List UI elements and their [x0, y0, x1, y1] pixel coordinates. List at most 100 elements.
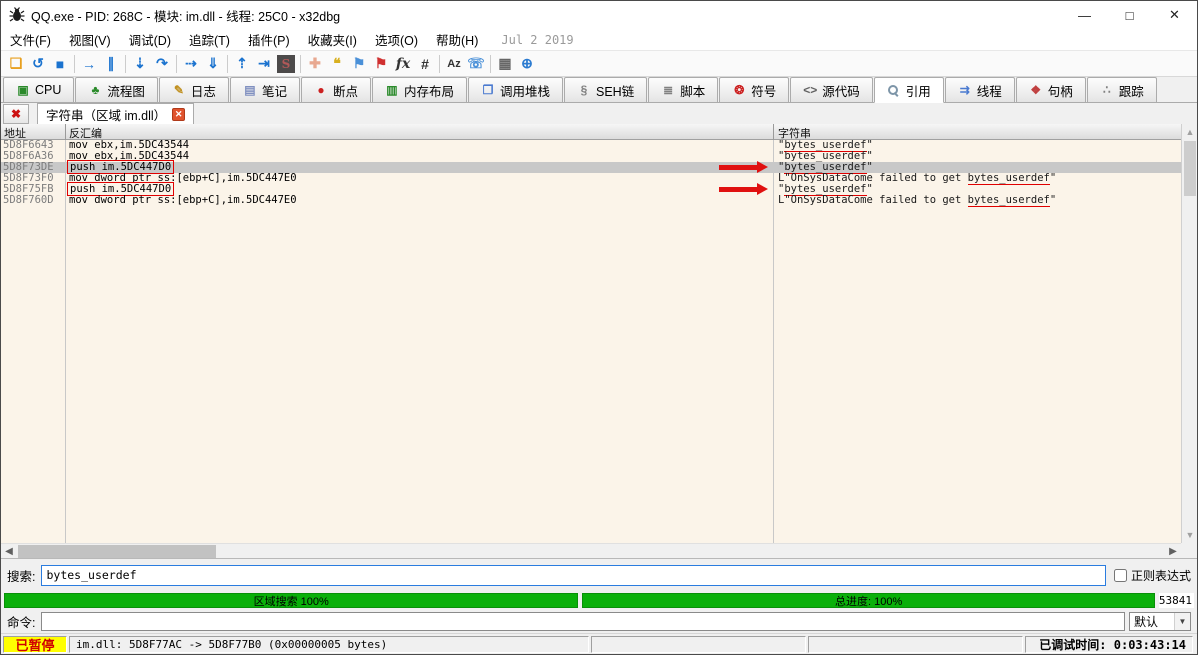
command-input[interactable] [41, 612, 1125, 631]
window-controls: — □ ✕ [1062, 1, 1197, 29]
status-panel-empty [591, 636, 806, 653]
scroll-right-arrow[interactable]: ▶ [1165, 544, 1181, 559]
tab-label: 笔记 [262, 81, 287, 100]
tab-cpu[interactable]: ▣CPU [3, 77, 74, 102]
stop-icon[interactable]: ■ [49, 54, 71, 74]
bookmarks-icon[interactable]: ⚑ [370, 54, 392, 74]
run-to-user-code-icon[interactable]: ⇥ [253, 54, 275, 74]
close-all-tabs-button[interactable]: ✖ [3, 104, 29, 124]
menu-item-选项(O)[interactable]: 选项(O) [366, 29, 427, 50]
script-s-icon[interactable]: S [277, 55, 295, 73]
log-icon: ✎ [172, 83, 186, 97]
open-file-icon[interactable]: ❏ [5, 54, 27, 74]
minimize-button[interactable]: — [1062, 1, 1107, 29]
comment-icon[interactable]: ❝ [326, 54, 348, 74]
subtab-strings[interactable]: 字符串（区域 im.dll） ✕ [37, 103, 194, 124]
tab-threads[interactable]: ⇉线程 [945, 77, 1015, 102]
tab-log[interactable]: ✎日志 [159, 77, 229, 102]
string-suffix: " [1050, 172, 1056, 184]
string-suffix: " [1050, 194, 1056, 206]
menu-item-视图(V)[interactable]: 视图(V) [60, 29, 120, 50]
memory-map-icon: ▥ [385, 83, 399, 97]
scroll-up-arrow[interactable]: ▲ [1182, 124, 1197, 140]
tab-graph[interactable]: ♣流程图 [75, 77, 158, 102]
header-divider[interactable] [65, 124, 66, 140]
total-progress-bar: 总进度: 100% [582, 593, 1154, 608]
search-input[interactable] [41, 565, 1106, 586]
device-icon[interactable]: ☏ [465, 54, 487, 74]
subtab-close-icon[interactable]: ✕ [172, 108, 185, 121]
scroll-left-arrow[interactable]: ◀ [1, 544, 17, 559]
hash-icon[interactable]: # [414, 54, 436, 74]
function-icon[interactable]: fx [392, 54, 414, 74]
pause-icon[interactable]: ∥ [100, 54, 122, 74]
search-label: 搜索: [7, 566, 35, 585]
result-count: 53841 [1159, 593, 1194, 608]
status-panel-empty [808, 636, 1023, 653]
tab-label: 脚本 [680, 81, 705, 100]
menu-item-收藏夹(I)[interactable]: 收藏夹(I) [299, 29, 366, 50]
vertical-scroll-thumb[interactable] [1184, 141, 1196, 196]
column-header-address[interactable]: 地址 [4, 125, 26, 141]
horizontal-scroll-thumb[interactable] [18, 545, 216, 558]
execute-till-return-icon[interactable]: ⇡ [231, 54, 253, 74]
trace-over-icon[interactable]: ⇓ [202, 54, 224, 74]
restart-icon[interactable]: ↺ [27, 54, 49, 74]
string-prefix: L"OnSysDataCome failed to get [778, 194, 968, 206]
column-header-string[interactable]: 字符串 [778, 125, 811, 141]
status-message: im.dll: 5D8F77AC -> 5D8F77B0 (0x00000005… [69, 636, 589, 653]
vertical-scrollbar[interactable]: ▲ ▼ [1181, 124, 1197, 543]
tab-memory-map[interactable]: ▥内存布局 [372, 77, 467, 102]
close-button[interactable]: ✕ [1152, 1, 1197, 29]
tab-script[interactable]: ≣脚本 [648, 77, 718, 102]
regex-checkbox[interactable] [1114, 569, 1127, 582]
tab-trace[interactable]: ∴跟踪 [1087, 77, 1157, 102]
table-header: 地址 反汇编 字符串 [1, 124, 1197, 140]
command-label: 命令: [7, 612, 35, 631]
threads-icon: ⇉ [958, 83, 972, 97]
tab-label: 句柄 [1048, 81, 1073, 100]
toolbar-separator [176, 55, 177, 73]
command-profile-dropdown[interactable]: 默认 ▼ [1129, 612, 1191, 631]
scroll-down-arrow[interactable]: ▼ [1182, 527, 1197, 543]
build-date: Jul 2 2019 [501, 33, 573, 47]
tab-notes[interactable]: ▤笔记 [230, 77, 300, 102]
step-into-icon[interactable]: ⇣ [129, 54, 151, 74]
tab-symbols[interactable]: ❂符号 [719, 77, 789, 102]
tab-label: 流程图 [107, 81, 145, 100]
step-over-icon[interactable]: ↷ [151, 54, 173, 74]
run-icon[interactable]: → [78, 54, 100, 74]
column-header-disasm[interactable]: 反汇编 [69, 125, 102, 141]
menu-item-插件(P)[interactable]: 插件(P) [239, 29, 299, 50]
tab-breakpoints[interactable]: ●断点 [301, 77, 371, 102]
toolbar: ❏↺■→∥⇣↷⇢⇓⇡⇥S✚❝⚑⚑fx#Az☏▦⊕ [1, 51, 1197, 77]
table-row[interactable]: 5D8F6A36mov ebx,im.5DC43544"bytes_userde… [1, 151, 1181, 162]
calculator-icon[interactable]: ▦ [494, 54, 516, 74]
maximize-button[interactable]: □ [1107, 1, 1152, 29]
header-divider[interactable] [773, 124, 774, 140]
tab-handles[interactable]: ❖句柄 [1016, 77, 1086, 102]
tab-seh[interactable]: §SEH链 [564, 77, 647, 102]
encoding-icon[interactable]: Az [443, 54, 465, 74]
tab-bar: ▣CPU♣流程图✎日志▤笔记●断点▥内存布局❐调用堆栈§SEH链≣脚本❂符号<>… [1, 77, 1197, 103]
tab-call-stack[interactable]: ❐调用堆栈 [468, 77, 563, 102]
tab-source[interactable]: <>源代码 [790, 77, 873, 102]
menu-item-文件(F)[interactable]: 文件(F) [1, 29, 60, 50]
trace-into-icon[interactable]: ⇢ [180, 54, 202, 74]
globe-icon[interactable]: ⊕ [516, 54, 538, 74]
patches-icon[interactable]: ✚ [304, 54, 326, 74]
chevron-down-icon[interactable]: ▼ [1174, 613, 1190, 630]
region-progress-bar: 区域搜索 100% [4, 593, 578, 608]
symbols-icon: ❂ [732, 83, 746, 97]
menu-item-调试(D)[interactable]: 调试(D) [120, 29, 180, 50]
references-table: 地址 反汇编 字符串 5D8F6643mov ebx,im.5DC43544"b… [1, 124, 1197, 559]
tab-references[interactable]: 引用 [874, 77, 944, 103]
window-title: QQ.exe - PID: 268C - 模块: im.dll - 线程: 25… [31, 6, 340, 25]
table-row[interactable]: 5D8F73F0mov dword ptr ss:[ebp+C],im.5DC4… [1, 173, 1181, 184]
menu-item-追踪(T)[interactable]: 追踪(T) [180, 29, 239, 50]
labels-icon[interactable]: ⚑ [348, 54, 370, 74]
tab-label: 跟踪 [1119, 81, 1144, 100]
horizontal-scrollbar[interactable]: ◀ ▶ [1, 543, 1181, 558]
menu-item-帮助(H)[interactable]: 帮助(H) [427, 29, 487, 50]
table-row[interactable]: 5D8F760Dmov dword ptr ss:[ebp+C],im.5DC4… [1, 195, 1181, 206]
